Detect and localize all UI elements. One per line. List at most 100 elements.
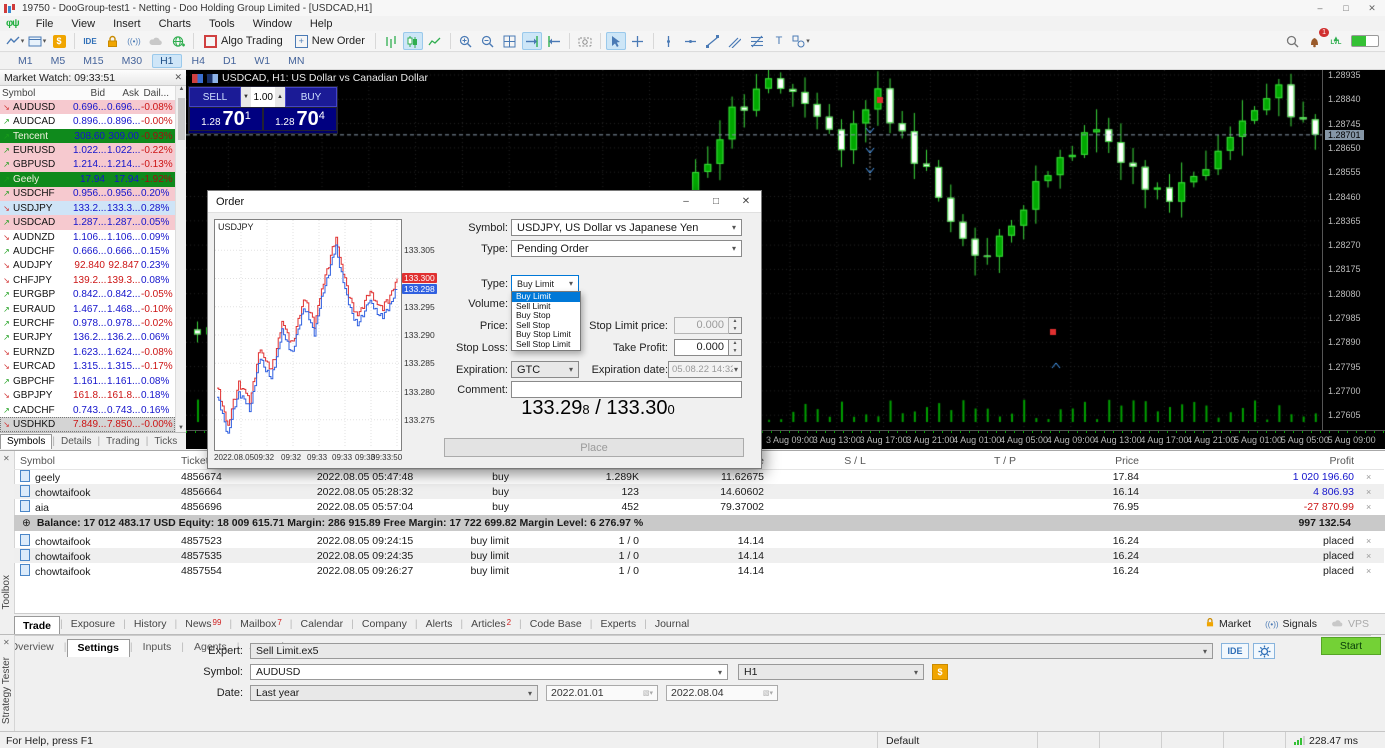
timeframe-h1[interactable]: H1 xyxy=(152,54,181,68)
zoom-in-icon[interactable] xyxy=(456,32,476,50)
timeframe-m30[interactable]: M30 xyxy=(114,54,150,68)
toolbox-tab-journal[interactable]: Journal xyxy=(647,618,697,630)
zoom-out-icon[interactable] xyxy=(478,32,498,50)
crosshair-tool-icon[interactable] xyxy=(628,32,648,50)
market-watch-header[interactable]: SymbolBidAskDail... xyxy=(0,86,175,101)
menu-tools[interactable]: Tools xyxy=(200,18,244,30)
shapes-tool-icon[interactable]: ▾ xyxy=(791,32,811,50)
algo-trading-button[interactable]: Algo Trading xyxy=(198,32,289,50)
lock-icon[interactable] xyxy=(102,32,122,50)
market-watch-row[interactable]: ↘USDJPY133.2...133.3...0.28% xyxy=(0,201,175,215)
buy-button[interactable]: BUY xyxy=(285,87,337,107)
toolbox-tab-calendar[interactable]: Calendar xyxy=(293,618,352,630)
close-position-icon[interactable]: × xyxy=(1360,487,1384,497)
depth-of-market-icon[interactable] xyxy=(192,74,203,83)
timeframe-w1[interactable]: W1 xyxy=(246,54,278,68)
market-watch-row[interactable]: ↗Geely17.9417.94-1.92% xyxy=(0,172,175,186)
market-watch-row[interactable]: ↘USDHKD7.849...7.850...-0.00% xyxy=(0,417,175,431)
line-chart-mode-icon[interactable] xyxy=(425,32,445,50)
bar-chart-mode-icon[interactable] xyxy=(381,32,401,50)
market-watch-row[interactable]: ↗GBPCHF1.161...1.161...0.08% xyxy=(0,374,175,388)
mw-tab-trading[interactable]: Trading xyxy=(100,436,146,447)
toolbox-tab-company[interactable]: Company xyxy=(354,618,415,630)
order-symbol-select[interactable]: USDJPY, US Dollar vs Japanese Yen▾ xyxy=(511,219,742,236)
table-row[interactable]: geely48566742022.08.05 05:47:48buy1.289K… xyxy=(14,469,1384,484)
comment-field[interactable] xyxy=(511,381,742,398)
market-watch-row[interactable]: ↘GBPJPY161.8...161.8...0.18% xyxy=(0,388,175,402)
window-maximize-button[interactable]: □ xyxy=(1333,0,1359,16)
menu-window[interactable]: Window xyxy=(244,18,301,30)
market-watch-row[interactable]: ↗USDCAD1.287...1.287...0.05% xyxy=(0,215,175,229)
tile-windows-icon[interactable] xyxy=(500,32,520,50)
toolbox-button-vps[interactable]: VPS xyxy=(1331,618,1369,631)
volume-up-icon[interactable]: ▲ xyxy=(275,87,285,107)
volume-stepper[interactable]: ▼ 1.00 ▲ xyxy=(241,87,285,107)
take-profit-field[interactable]: 0.000 ▲▼ xyxy=(674,339,742,356)
market-watch-row[interactable]: ↗CADCHF0.743...0.743...0.16% xyxy=(0,403,175,417)
scrollbar-thumb[interactable] xyxy=(178,98,185,140)
vertical-line-tool-icon[interactable] xyxy=(659,32,679,50)
tester-ide-button[interactable]: IDE xyxy=(1221,643,1249,659)
sell-button[interactable]: SELL xyxy=(189,87,241,107)
status-profile[interactable]: Default xyxy=(877,732,1037,748)
menu-view[interactable]: View xyxy=(62,18,104,30)
market-watch-row[interactable]: ↘CHFJPY139.2...139.3...0.08% xyxy=(0,273,175,287)
tester-symbol-select[interactable]: AUDUSD▾ xyxy=(250,664,728,680)
toolbox-tab-history[interactable]: History xyxy=(126,618,175,630)
dialog-minimize-button[interactable]: – xyxy=(671,191,701,212)
mw-col-bid[interactable]: Bid xyxy=(73,88,107,99)
market-watch-row[interactable]: ↗EURCHF0.978...0.978...-0.02% xyxy=(0,316,175,330)
order-type-option[interactable]: Sell Stop Limit xyxy=(512,340,580,350)
broadcast-icon[interactable]: ((•)) xyxy=(124,32,144,50)
toolbox-tab-exposure[interactable]: Exposure xyxy=(63,618,123,630)
tester-settings-gear-icon[interactable] xyxy=(1253,643,1275,659)
volume-down-icon[interactable]: ▼ xyxy=(241,87,251,107)
menu-help[interactable]: Help xyxy=(301,18,342,30)
market-watch-row[interactable]: ↗USDCHF0.956...0.956...0.20% xyxy=(0,187,175,201)
candle-chart-mode-icon[interactable] xyxy=(403,32,423,50)
timeframe-h4[interactable]: H4 xyxy=(184,54,213,68)
market-watch-row[interactable]: ↘AUDNZD1.106...1.106...0.09% xyxy=(0,230,175,244)
cursor-tool-icon[interactable] xyxy=(606,32,626,50)
cancel-order-icon[interactable]: × xyxy=(1360,536,1384,546)
timeframe-m1[interactable]: M1 xyxy=(10,54,41,68)
cancel-order-icon[interactable]: × xyxy=(1360,551,1384,561)
order-type-dropdown-list[interactable]: Buy LimitSell LimitBuy StopSell StopBuy … xyxy=(511,291,581,351)
mw-tab-symbols[interactable]: Symbols xyxy=(0,434,52,449)
volume-value[interactable]: 1.00 xyxy=(251,92,275,103)
new-order-button[interactable]: +New Order xyxy=(289,32,371,50)
screenshot-camera-icon[interactable] xyxy=(575,32,595,50)
tester-date-range-select[interactable]: Last year▾ xyxy=(250,685,538,701)
mw-col-daily[interactable]: Dail... xyxy=(141,88,171,99)
toolbox-tab-alerts[interactable]: Alerts xyxy=(418,618,461,630)
scroll-down-icon[interactable]: ▼ xyxy=(178,425,184,431)
chart-shift-icon[interactable] xyxy=(544,32,564,50)
menu-file[interactable]: File xyxy=(27,18,63,30)
market-watch-close-icon[interactable]: ✕ xyxy=(174,72,182,83)
market-watch-row[interactable]: ↗EURUSD1.022...1.022...-0.22% xyxy=(0,143,175,157)
price-scale[interactable]: 1.289351.288401.287451.286501.285551.284… xyxy=(1322,70,1385,430)
notifications-bell-icon[interactable]: 1 xyxy=(1304,32,1324,50)
toolbox-tab-experts[interactable]: Experts xyxy=(592,618,644,630)
table-row[interactable]: chowtaifook48566642022.08.05 05:28:32buy… xyxy=(14,484,1384,499)
toolbox-button-market[interactable]: Market xyxy=(1205,617,1251,631)
market-watch-row[interactable]: ↗Tencent308.60309.00-0.93% xyxy=(0,129,175,143)
chart-profile-icon[interactable]: ▾ xyxy=(5,32,25,50)
market-watch-row[interactable]: ↗EURAUD1.467...1.468...-0.10% xyxy=(0,302,175,316)
tester-tab-settings[interactable]: Settings xyxy=(67,639,130,657)
toolbox-tab-trade[interactable]: Trade xyxy=(14,616,60,634)
market-watch-row[interactable]: ↗EURJPY136.2...136.2...0.06% xyxy=(0,331,175,345)
toolbox-tab-code-base[interactable]: Code Base xyxy=(522,618,590,630)
table-row[interactable]: aia48566962022.08.05 05:57:04buy45279.37… xyxy=(14,499,1384,514)
auto-scroll-icon[interactable] xyxy=(522,32,542,50)
market-watch-row[interactable]: ↗EURGBP0.842...0.842...-0.05% xyxy=(0,287,175,301)
window-close-button[interactable]: ✕ xyxy=(1359,0,1385,16)
toolbox-close-icon[interactable]: ✕ xyxy=(3,454,10,463)
timeframe-mn[interactable]: MN xyxy=(280,54,312,68)
menu-charts[interactable]: Charts xyxy=(150,18,200,30)
window-profile-icon[interactable]: ▾ xyxy=(27,32,47,50)
mw-col-ask[interactable]: Ask xyxy=(107,88,141,99)
toolbox-button-signals[interactable]: ((•))Signals xyxy=(1265,618,1317,630)
search-icon[interactable] xyxy=(1282,32,1302,50)
toolbox-tab-mailbox[interactable]: Mailbox7 xyxy=(232,618,290,630)
